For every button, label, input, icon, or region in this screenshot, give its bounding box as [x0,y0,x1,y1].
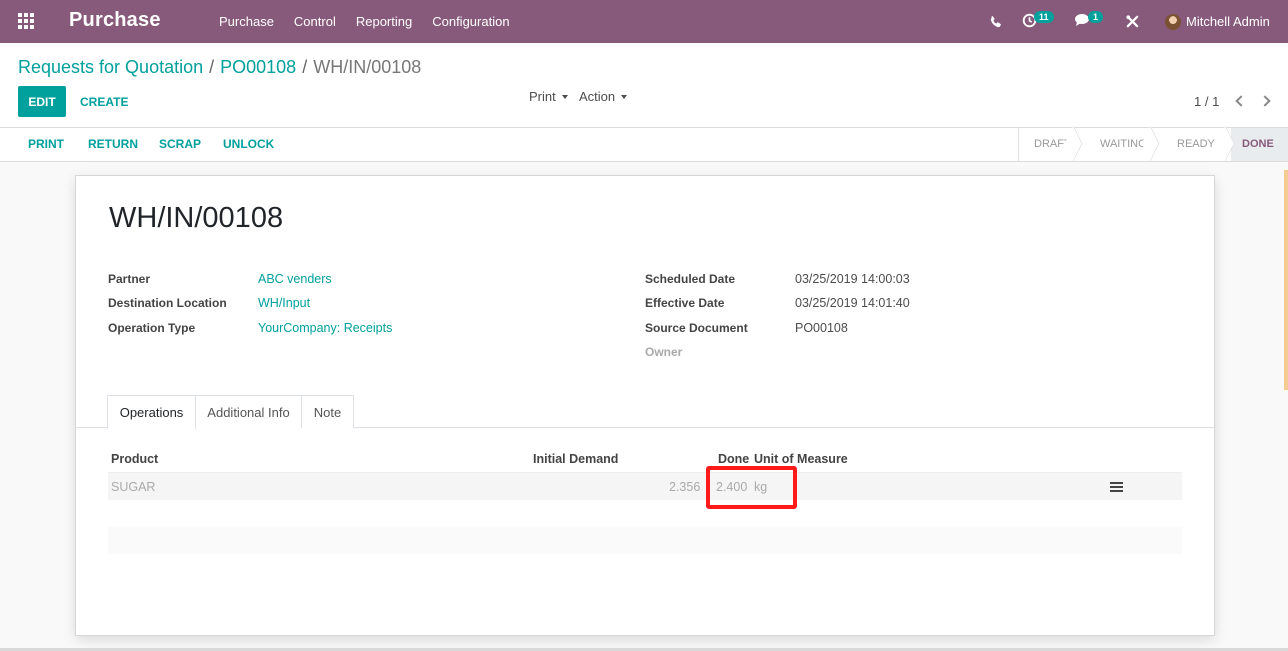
row-initial-demand: 2.356 [669,480,701,494]
operation-type-link[interactable]: YourCompany: Receipts [258,321,392,335]
partner-link[interactable]: ABC venders [258,272,332,286]
state-ready[interactable]: READY [1156,128,1231,161]
tab-note[interactable]: Note [301,395,354,428]
messaging-menu[interactable]: 1 [1075,0,1104,43]
user-name: Mitchell Admin [1186,14,1270,29]
empty-row [108,527,1182,554]
caret-down-icon [561,94,568,99]
breadcrumb-rfq-link[interactable]: Requests for Quotation [18,57,203,77]
scheduled-date-label: Scheduled Date [645,272,736,286]
breadcrumb: Requests for Quotation / PO00108/WH/IN/001… [18,57,422,77]
partner-label: Partner [108,272,151,286]
top-navbar: Purchase Purchase Control Reporting Conf… [0,0,1288,43]
menu-reporting[interactable]: Reporting [346,0,422,43]
scrap-button[interactable]: SCRAP [159,128,201,161]
pager-next-button[interactable] [1258,92,1276,110]
notebook-tabs: Operations Additional Info Note [76,395,1214,429]
action-dropdown-label: Action [579,89,616,104]
activity-menu[interactable]: 11 [1022,0,1054,43]
scheduled-date-value: 03/25/2019 14:00:03 [795,272,910,286]
caret-down-icon [621,94,628,99]
phone-icon[interactable] [989,0,1003,43]
state-draft[interactable]: DRAFT [1019,128,1079,161]
app-brand: Purchase [69,9,161,31]
print-dropdown-label: Print [529,89,556,104]
source-document-value: PO00108 [795,321,848,335]
table-row[interactable]: SUGAR 2.356 2.400 kg [108,472,1182,500]
chevron-right-icon [1259,95,1271,107]
messages-badge: 1 [1088,10,1104,23]
operation-type-label: Operation Type [108,321,196,335]
activity-badge: 11 [1034,10,1054,23]
state-pipeline: DRAFT WAITING READY DONE [1018,128,1288,161]
print-button[interactable]: PRINT [28,128,64,161]
column-done[interactable]: Done [718,452,749,466]
column-initial-demand[interactable]: Initial Demand [533,452,618,466]
column-product[interactable]: Product [111,452,158,466]
column-unit-of-measure[interactable]: Unit of Measure [754,452,848,466]
main-menu: Purchase Control Reporting Configuration [209,0,520,43]
action-dropdown[interactable]: Action [579,89,628,104]
breadcrumb-po-link[interactable]: PO00108 [220,57,296,77]
tab-operations[interactable]: Operations [107,395,196,429]
state-done[interactable]: DONE [1231,128,1288,161]
form-statusbar: PRINT RETURN SCRAP UNLOCK DRAFT WAITING … [0,128,1288,162]
destination-location-label: Destination Location [108,296,227,310]
form-sheet: WH/IN/00108 Partner ABC venders Destinat… [75,175,1215,636]
detailed-operations-list-icon[interactable] [1110,482,1123,492]
effective-date-value: 03/25/2019 14:01:40 [795,296,910,310]
menu-configuration[interactable]: Configuration [422,0,519,43]
row-product: SUGAR [111,480,156,494]
record-title: WH/IN/00108 [109,202,284,234]
effective-date-label: Effective Date [645,296,725,310]
tab-additional-info[interactable]: Additional Info [195,395,302,428]
user-avatar [1165,13,1181,30]
state-waiting[interactable]: WAITING [1079,128,1156,161]
menu-control[interactable]: Control [284,0,346,43]
owner-label: Owner [645,345,683,359]
pager-previous-button[interactable] [1231,92,1249,110]
unlock-button[interactable]: UNLOCK [223,128,274,161]
menu-purchase[interactable]: Purchase [209,0,284,43]
scroll-edge [1284,170,1288,390]
control-panel: Requests for Quotation / PO00108/WH/IN/001… [0,43,1288,128]
edit-button[interactable]: EDIT [18,86,66,117]
pager-value[interactable]: 1 / 1 [1194,94,1219,109]
debug-tools-icon[interactable] [1125,0,1140,43]
user-menu[interactable]: Mitchell Admin [1165,0,1270,43]
print-dropdown[interactable]: Print [529,89,568,104]
breadcrumb-current: WH/IN/00108 [313,57,422,77]
destination-location-link[interactable]: WH/Input [258,296,310,310]
chevron-left-icon [1235,95,1247,107]
highlight-box [706,466,797,509]
return-button[interactable]: RETURN [88,128,138,161]
create-button[interactable]: CREATE [73,86,135,117]
apps-menu-icon[interactable] [18,13,34,29]
source-document-label: Source Document [645,321,748,335]
